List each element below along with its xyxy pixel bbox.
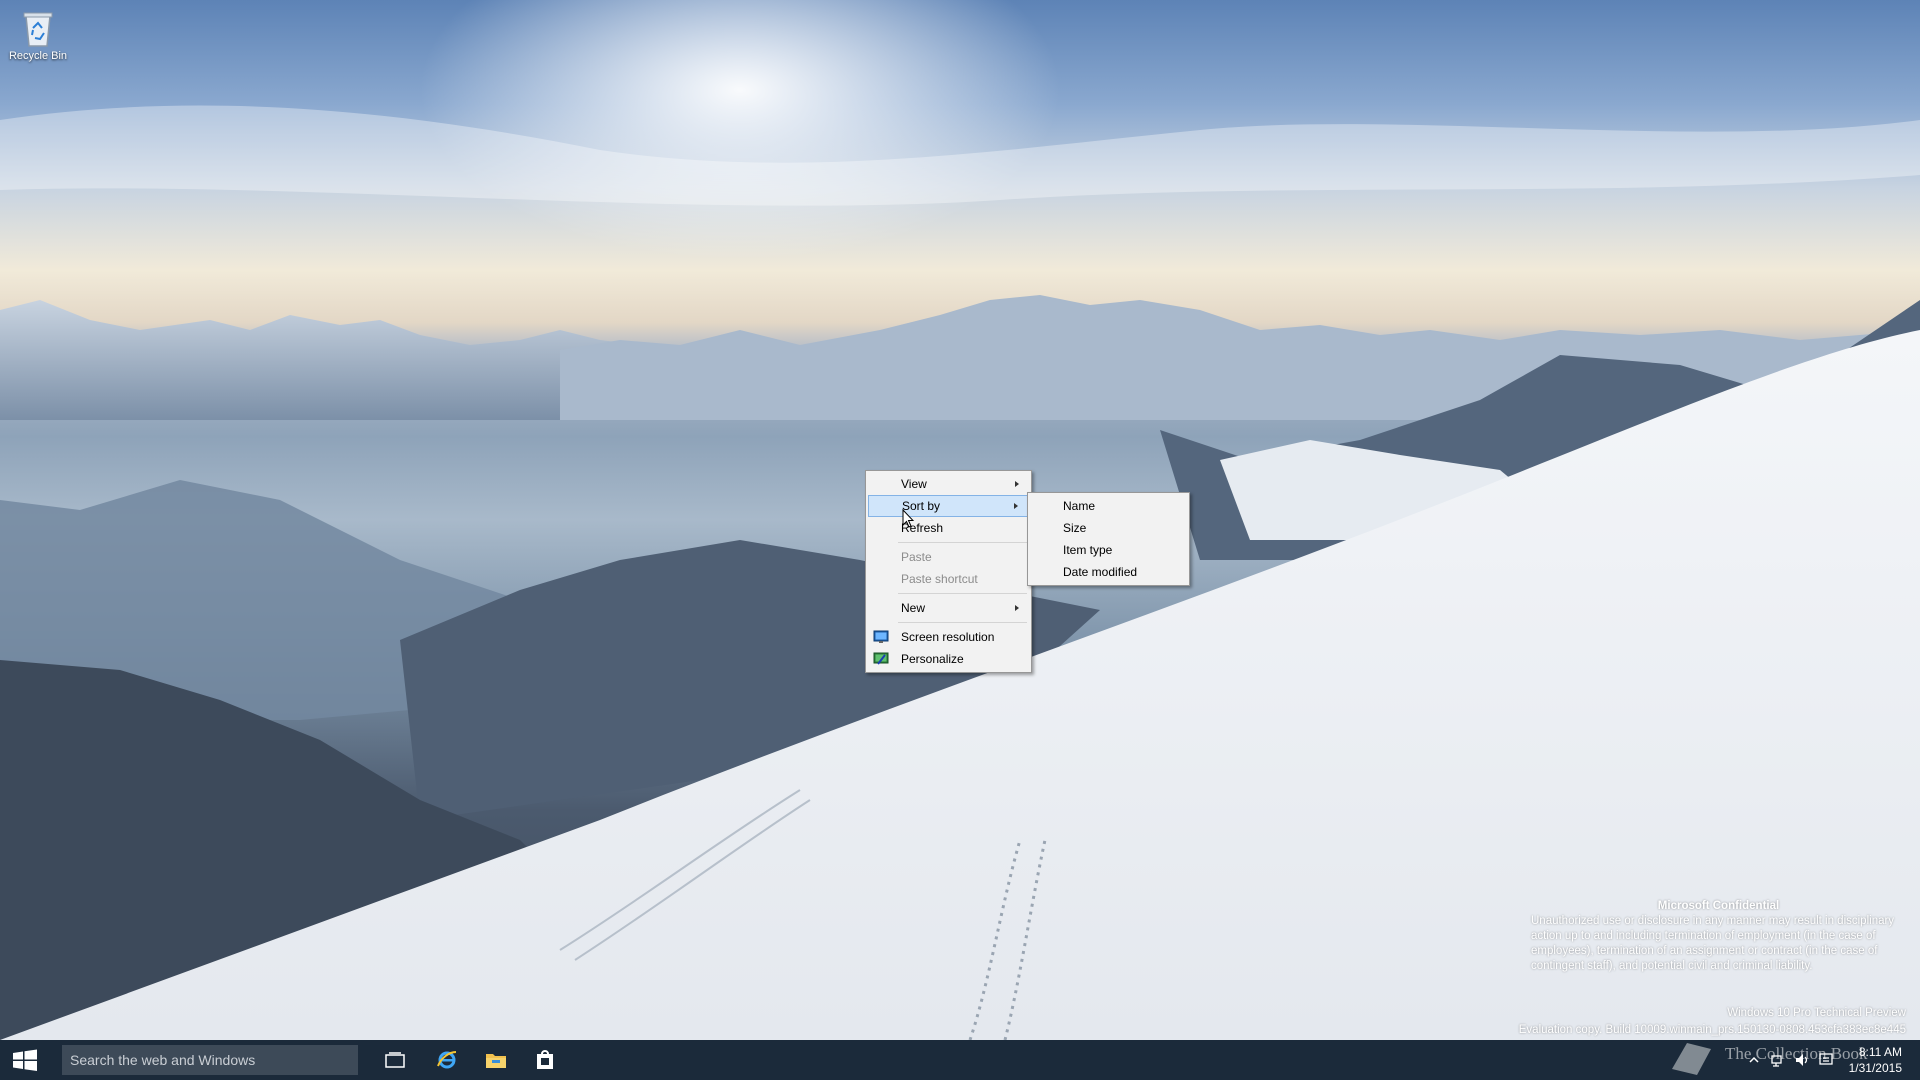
collection-book-watermark: The Collection Book bbox=[1667, 1035, 1868, 1075]
submenu-arrow-icon bbox=[1014, 503, 1018, 509]
confidential-heading: Microsoft Confidential bbox=[1657, 900, 1780, 912]
menu-item-label: Screen resolution bbox=[901, 630, 995, 644]
display-icon bbox=[873, 630, 889, 643]
taskbar-store[interactable] bbox=[521, 1040, 569, 1080]
submenu-arrow-icon bbox=[1015, 605, 1019, 611]
menu-item-refresh[interactable]: Refresh bbox=[868, 517, 1029, 539]
confidential-notice: Microsoft Confidential Unauthorized use … bbox=[1531, 899, 1906, 974]
menu-item-label: Personalize bbox=[901, 652, 964, 666]
taskbar-internet-explorer[interactable] bbox=[423, 1040, 471, 1080]
menu-item-label: Paste bbox=[901, 550, 932, 564]
internet-explorer-icon bbox=[437, 1051, 457, 1069]
menu-item-view[interactable]: View bbox=[868, 473, 1029, 495]
menu-separator bbox=[898, 542, 1027, 543]
sort-option-date-modified[interactable]: Date modified bbox=[1030, 561, 1187, 583]
collection-book-text: The Collection Book bbox=[1724, 1043, 1868, 1063]
store-icon bbox=[537, 1050, 553, 1069]
menu-item-personalize[interactable]: Personalize bbox=[868, 648, 1029, 670]
mouse-cursor-icon bbox=[902, 509, 914, 528]
menu-item-label: Size bbox=[1063, 521, 1087, 535]
book-logo-icon bbox=[1672, 1043, 1711, 1075]
recycle-bin-icon bbox=[20, 8, 56, 48]
windows-logo-icon bbox=[13, 1049, 37, 1071]
menu-item-label: Date modified bbox=[1063, 565, 1138, 579]
taskbar: Search the web and Windows 8:11 AM 1/31/… bbox=[0, 1040, 1920, 1080]
desktop-context-menu: View Sort by Refresh Paste Paste shortcu… bbox=[865, 470, 1032, 673]
taskbar-file-explorer[interactable] bbox=[472, 1040, 520, 1080]
recycle-bin-label: Recycle Bin bbox=[8, 50, 68, 62]
submenu-arrow-icon bbox=[1015, 481, 1019, 487]
menu-item-screen-resolution[interactable]: Screen resolution bbox=[868, 626, 1029, 648]
task-view-icon bbox=[385, 1052, 405, 1068]
menu-separator bbox=[898, 622, 1027, 623]
menu-item-label: New bbox=[901, 601, 926, 615]
search-input[interactable]: Search the web and Windows bbox=[62, 1045, 358, 1075]
build-info: Windows 10 Pro Technical Preview Evaluat… bbox=[1486, 1006, 1906, 1038]
desktop[interactable]: Recycle Bin Microsoft Confidential Unaut… bbox=[0, 0, 1920, 1040]
recycle-bin-shortcut[interactable]: Recycle Bin bbox=[4, 8, 72, 62]
product-name: Windows 10 Pro Technical Preview bbox=[1727, 1007, 1906, 1019]
taskbar-task-view[interactable] bbox=[371, 1040, 419, 1080]
file-explorer-icon bbox=[486, 1054, 506, 1068]
menu-item-paste-shortcut[interactable]: Paste shortcut bbox=[868, 568, 1029, 590]
sort-option-name[interactable]: Name bbox=[1030, 495, 1187, 517]
sort-option-size[interactable]: Size bbox=[1030, 517, 1187, 539]
start-button[interactable] bbox=[0, 1040, 50, 1080]
menu-item-new[interactable]: New bbox=[868, 597, 1029, 619]
confidential-body: Unauthorized use or disclosure in any ma… bbox=[1531, 915, 1895, 972]
sort-by-submenu: Name Size Item type Date modified bbox=[1027, 492, 1190, 586]
menu-item-label: View bbox=[901, 477, 927, 491]
menu-item-sort-by[interactable]: Sort by bbox=[868, 495, 1029, 517]
sort-option-item-type[interactable]: Item type bbox=[1030, 539, 1187, 561]
personalize-icon bbox=[873, 652, 889, 665]
menu-item-label: Paste shortcut bbox=[901, 572, 978, 586]
menu-separator bbox=[898, 593, 1027, 594]
menu-item-paste[interactable]: Paste bbox=[868, 546, 1029, 568]
menu-item-label: Item type bbox=[1063, 543, 1113, 557]
menu-item-label: Name bbox=[1063, 499, 1096, 513]
